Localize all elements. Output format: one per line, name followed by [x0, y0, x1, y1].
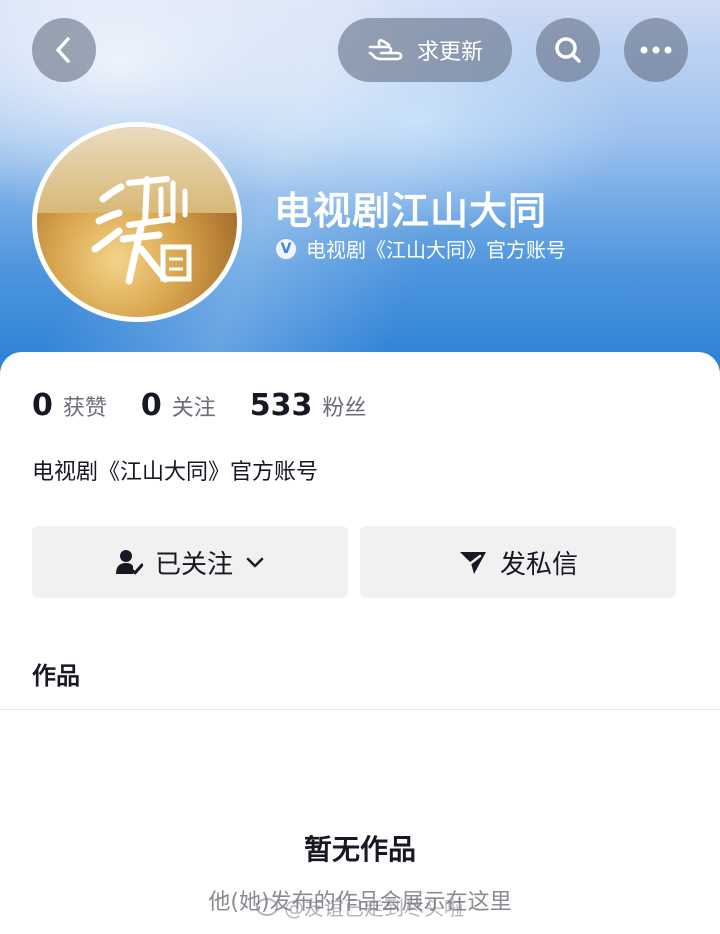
- watermark: @友谊已走到尽头啦: [256, 892, 516, 921]
- avatar[interactable]: [32, 122, 242, 322]
- tab-works[interactable]: 作品: [32, 656, 80, 691]
- search-icon: [555, 37, 581, 63]
- more-dots-icon: [640, 46, 672, 54]
- more-button[interactable]: [624, 18, 688, 82]
- profile-card: 0 获赞 0 关注 533 粉丝 电视剧《江山大同》官方账号 已关注 发私信 作…: [0, 352, 720, 934]
- request-update-button[interactable]: 求更新: [338, 18, 512, 82]
- profile-name: 电视剧江山大同: [274, 189, 548, 233]
- verification-row: V 电视剧《江山大同》官方账号: [274, 234, 566, 263]
- stats-row: 0 获赞 0 关注 533 粉丝: [32, 388, 400, 423]
- request-update-label: 求更新: [416, 40, 483, 65]
- stat-followers-value: 533: [249, 388, 313, 423]
- followed-label: 已关注: [154, 549, 233, 580]
- send-icon: [459, 552, 486, 574]
- followed-button[interactable]: 已关注: [32, 526, 348, 598]
- send-message-label: 发私信: [499, 549, 578, 580]
- stat-followers[interactable]: 533 粉丝: [250, 388, 367, 423]
- stat-following[interactable]: 0 关注: [141, 388, 216, 423]
- verification-text: 电视剧《江山大同》官方账号: [306, 238, 566, 262]
- tab-divider: [0, 709, 720, 710]
- stat-likes-value: 0: [32, 388, 53, 423]
- verified-icon: V: [274, 236, 298, 261]
- stat-following-value: 0: [140, 388, 162, 423]
- weibo-icon: [256, 897, 278, 916]
- stat-followers-label: 粉丝: [322, 396, 367, 421]
- profile-header: 求更新 电视剧江山大同 V 电视剧《江山大同》官方账号: [0, 0, 720, 380]
- hand-point-icon: [368, 39, 403, 61]
- send-message-button[interactable]: 发私信: [360, 526, 676, 598]
- stat-likes-label: 获赞: [62, 396, 107, 421]
- stat-likes[interactable]: 0 获赞: [32, 388, 107, 423]
- user-check-icon: [115, 550, 143, 575]
- avatar-calligraphy-logo: [91, 176, 192, 285]
- back-button[interactable]: [32, 18, 96, 82]
- profile-bio: 电视剧《江山大同》官方账号: [32, 460, 319, 485]
- back-arrow-icon: [56, 37, 70, 63]
- empty-state-title: 暂无作品: [303, 833, 416, 866]
- search-button[interactable]: [536, 18, 600, 82]
- watermark-text: @友谊已走到尽头啦: [284, 896, 464, 920]
- stat-following-label: 关注: [171, 396, 216, 421]
- chevron-down-icon: [246, 557, 264, 568]
